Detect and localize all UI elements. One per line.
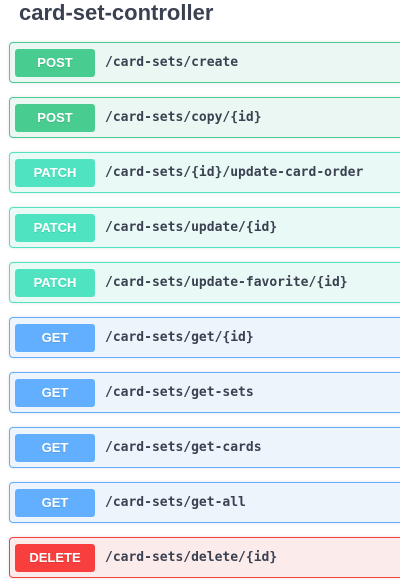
operation-patch-update-favorite[interactable]: PATCH /card-sets/update-favorite/{id}: [9, 262, 400, 303]
method-badge: POST: [15, 48, 95, 77]
controller-title: card-set-controller: [19, 0, 214, 25]
operation-get-sets[interactable]: GET /card-sets/get-sets: [9, 372, 400, 413]
method-badge: GET: [15, 323, 95, 352]
operations-list: POST /card-sets/create POST /card-sets/c…: [9, 42, 400, 580]
operation-patch-update[interactable]: PATCH /card-sets/update/{id}: [9, 207, 400, 248]
operation-path: /card-sets/get-sets: [105, 385, 254, 400]
method-badge: PATCH: [15, 268, 95, 297]
operation-patch-update-card-order[interactable]: PATCH /card-sets/{id}/update-card-order: [9, 152, 400, 193]
operation-path: /card-sets/update-favorite/{id}: [105, 275, 348, 290]
operation-path: /card-sets/copy/{id}: [105, 110, 262, 125]
operation-path: /card-sets/get-cards: [105, 440, 262, 455]
operation-post-create[interactable]: POST /card-sets/create: [9, 42, 400, 83]
operation-get-all[interactable]: GET /card-sets/get-all: [9, 482, 400, 523]
operation-delete[interactable]: DELETE /card-sets/delete/{id}: [9, 537, 400, 578]
operation-path: /card-sets/create: [105, 55, 239, 70]
method-badge: GET: [15, 488, 95, 517]
operation-path: /card-sets/{id}/update-card-order: [105, 165, 364, 180]
operation-get-cards[interactable]: GET /card-sets/get-cards: [9, 427, 400, 468]
method-badge: GET: [15, 433, 95, 462]
operation-path: /card-sets/get/{id}: [105, 330, 254, 345]
operation-path: /card-sets/delete/{id}: [105, 550, 278, 565]
operation-get-by-id[interactable]: GET /card-sets/get/{id}: [9, 317, 400, 358]
method-badge: POST: [15, 103, 95, 132]
method-badge: DELETE: [15, 543, 95, 572]
operation-path: /card-sets/update/{id}: [105, 220, 278, 235]
method-badge: PATCH: [15, 213, 95, 242]
operation-post-copy[interactable]: POST /card-sets/copy/{id}: [9, 97, 400, 138]
method-badge: PATCH: [15, 158, 95, 187]
method-badge: GET: [15, 378, 95, 407]
operation-path: /card-sets/get-all: [105, 495, 246, 510]
